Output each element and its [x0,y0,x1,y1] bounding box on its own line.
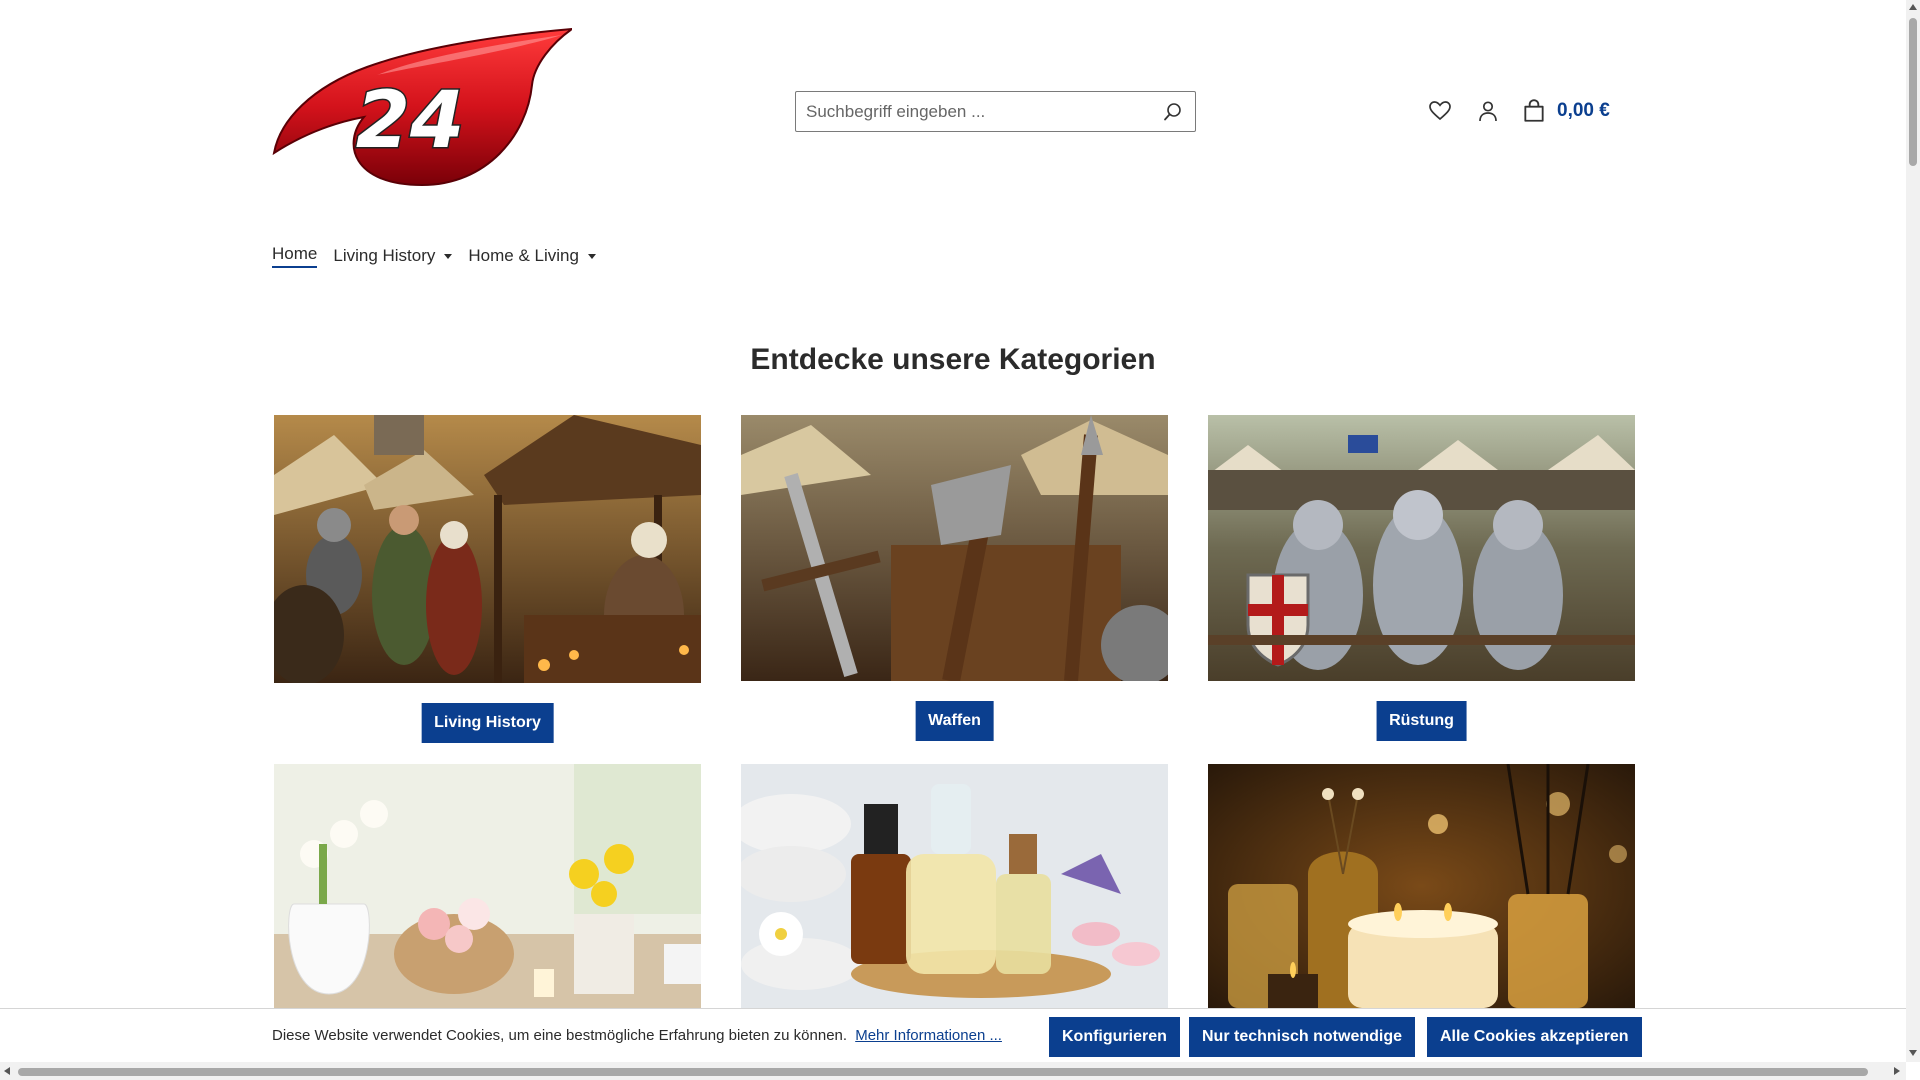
search-icon [1164,102,1181,120]
horizontal-scrollbar[interactable] [0,1062,1906,1080]
page: 24 0,00 € [0,0,1906,1062]
vertical-scrollbar[interactable] [1906,0,1920,1062]
nav-home-label: Home [272,244,318,263]
nav-living-history[interactable]: Living History [333,244,453,268]
user-icon [1479,101,1497,122]
more-info-link[interactable]: Mehr Informationen ... [855,1027,1002,1044]
category-card-living-history[interactable]: Living History [274,415,701,743]
wishlist-button[interactable] [1425,96,1455,126]
logo-24-icon: 24 [272,27,576,187]
scroll-down-arrow-icon[interactable] [1909,1050,1917,1056]
chevron-down-icon [587,253,596,259]
search-box [795,91,1196,132]
heart-icon [1429,101,1451,121]
category-card-candles[interactable] [1208,764,1635,1008]
header-actions: 0,00 € [1425,96,1610,126]
accept-all-cookies-button[interactable]: Alle Cookies akzeptieren [1427,1017,1642,1057]
category-card-oils[interactable] [741,764,1168,1008]
category-button-waffen[interactable]: Waffen [915,701,994,741]
configure-cookies-button[interactable]: Konfigurieren [1049,1017,1180,1057]
category-card-flowers[interactable] [274,764,701,1008]
spring-flowers-photo [274,764,701,1008]
medieval-market-image[interactable] [274,415,701,683]
shopping-bag-icon [1524,99,1544,122]
weapons-image[interactable] [741,415,1168,683]
scroll-right-arrow-icon[interactable] [1894,1067,1900,1075]
scroll-left-arrow-icon[interactable] [4,1067,10,1075]
category-button-living-history[interactable]: Living History [421,703,554,743]
shop-logo[interactable]: 24 [272,25,576,190]
nav-home-living-label: Home & Living [468,246,579,265]
search-input[interactable] [806,101,1161,122]
cart-button[interactable]: 0,00 € [1521,98,1610,124]
main-navigation: Home Living History Home & Living [272,244,596,268]
candles-diffuser-photo [1208,764,1635,1008]
cookie-banner: Diese Website verwendet Cookies, um eine… [0,1008,1906,1062]
cart-total: 0,00 € [1557,100,1610,121]
nav-living-history-label: Living History [333,246,436,265]
section-title: Entdecke unsere Kategorien [750,343,1156,376]
medieval-market-photo [274,415,701,683]
search-button[interactable] [1161,100,1185,124]
nav-home-living[interactable]: Home & Living [468,244,596,268]
scroll-up-arrow-icon[interactable] [1909,4,1917,10]
cookie-text: Diese Website verwendet Cookies, um eine… [272,1027,1002,1044]
armored-knights-photo [1208,415,1635,681]
account-button[interactable] [1473,96,1503,126]
essential-oils-photo [741,764,1168,1008]
vertical-scroll-thumb[interactable] [1909,18,1917,166]
necessary-cookies-button[interactable]: Nur technisch notwendige [1189,1017,1416,1057]
nav-home[interactable]: Home [272,244,318,268]
cookie-message: Diese Website verwendet Cookies, um eine… [272,1027,848,1044]
horizontal-scroll-thumb[interactable] [18,1068,1868,1076]
svg-text:24: 24 [356,76,465,166]
category-button-ruestung[interactable]: Rüstung [1376,701,1467,741]
category-card-waffen[interactable]: Waffen [741,415,1168,741]
category-card-ruestung[interactable]: Rüstung [1208,415,1635,741]
armored-knights-image[interactable] [1208,415,1635,683]
weapons-photo [741,415,1168,683]
chevron-down-icon [444,253,453,259]
